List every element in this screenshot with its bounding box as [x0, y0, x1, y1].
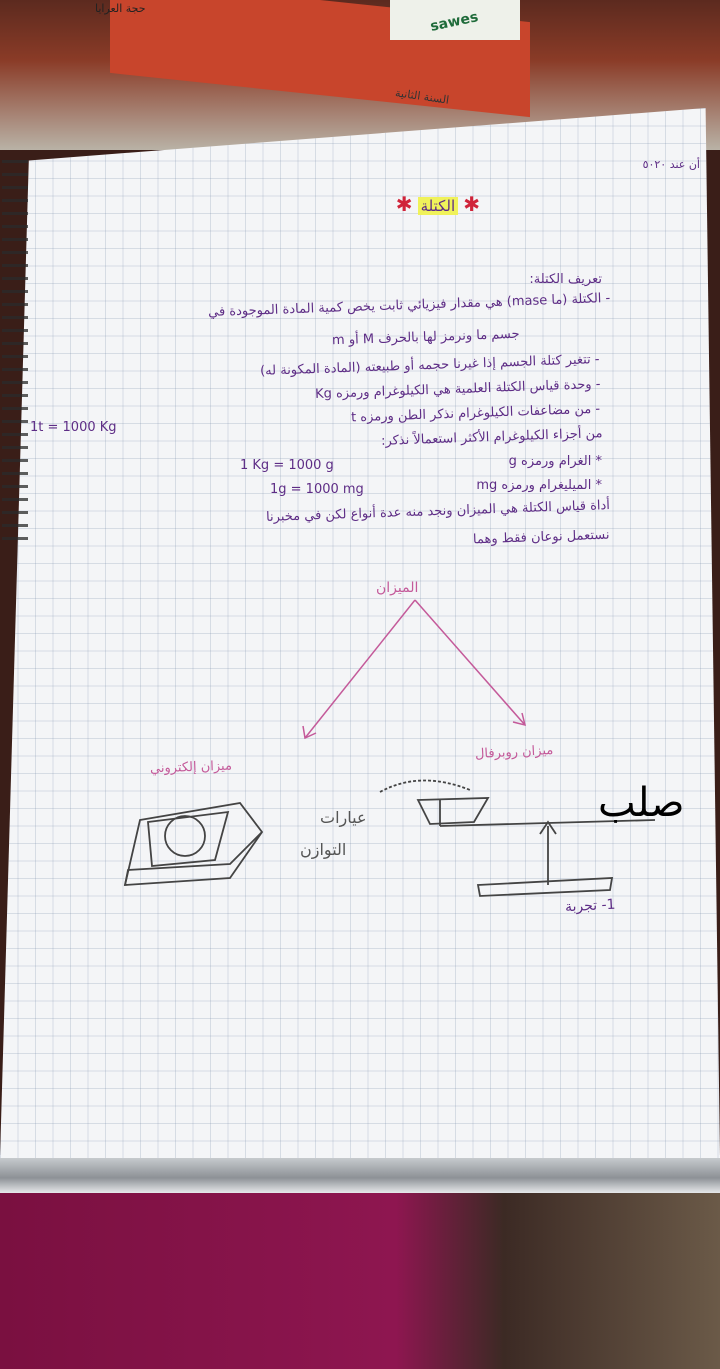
overlay-word: صلب — [598, 780, 685, 826]
diagram-left-label: ميزان إلكتروني — [149, 758, 233, 777]
diagram-root: الميزان — [376, 580, 419, 596]
tree-right-arrow — [414, 599, 526, 726]
balance-diagram — [123, 599, 656, 897]
electronic-balance-sketch — [123, 802, 264, 886]
balance-weights-label-1: عيارات — [320, 808, 367, 827]
experiment-label: 1- تجربة — [564, 896, 616, 916]
tree-left-arrow — [304, 599, 416, 739]
balance-weights-label-2: التوازن — [300, 840, 347, 859]
